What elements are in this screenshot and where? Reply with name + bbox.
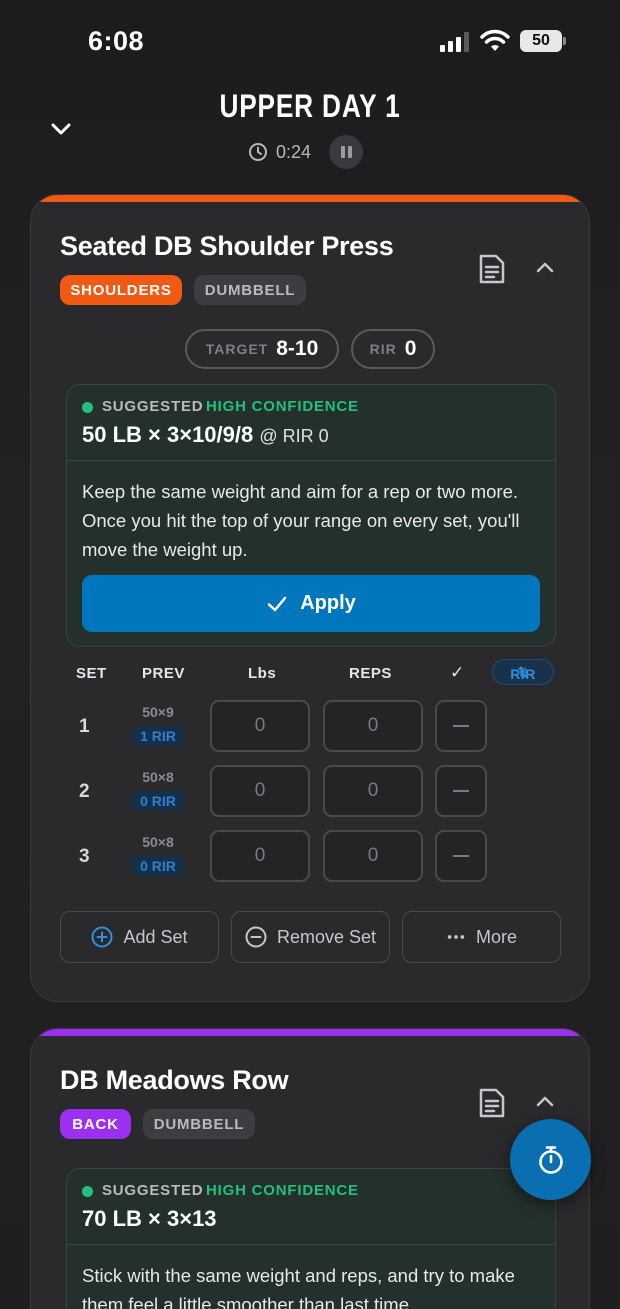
prev-value: 50×8 [142,834,174,850]
plus-circle-icon [91,926,113,948]
workout-timer: 0:24 [248,135,364,169]
col-done: ✓ [450,663,465,682]
prescription-text: 50 LB × 3×10/9/8 [82,422,254,447]
col-weight: Lbs [248,665,277,682]
target-value: 8-10 [276,337,319,360]
set-row: 1 50×9 1 RIR 0 0 [31,700,589,754]
status-time: 6:08 [88,26,145,56]
apply-label: Apply [300,592,356,614]
rir-pill: RIR 0 [351,329,435,369]
weight-input[interactable]: 0 [210,765,310,817]
rir-toggle-label: RIR [510,666,536,682]
more-icon [447,935,465,939]
set-number: 1 [79,716,90,737]
suggestion-note: Keep the same weight and aim for a rep o… [82,481,520,560]
cellular-signal-icon [440,32,469,52]
target-pill: TARGET 8-10 [185,329,339,369]
note-icon[interactable] [477,253,507,285]
workout-title: UPPER DAY 1 [219,88,401,124]
set-complete-toggle[interactable] [435,765,487,817]
battery-icon: 50 [520,30,566,52]
chevron-up-icon[interactable] [533,1090,557,1114]
more-button[interactable]: More [402,911,561,963]
exercise-title: DB Meadows Row [60,1065,289,1095]
rir-toggle-button[interactable]: RIR [492,659,554,685]
prev-value: 50×9 [142,704,174,720]
col-prev: PREV [142,665,185,682]
muscle-tag: SHOULDERS [60,275,182,305]
rir-label: RIR [369,341,397,357]
pause-button[interactable] [329,135,364,169]
weight-input[interactable]: 0 [210,700,310,752]
card-accent-bar [31,195,589,202]
confidence-dot [82,1186,93,1197]
add-set-label: Add Set [123,926,188,947]
set-number: 2 [79,781,90,802]
set-table-header: SET PREV Lbs REPS ✓ RIR [31,659,589,689]
suggested-prescription: 50 LB × 3×10/9/8 @ RIR 0 [82,422,329,448]
status-bar: 6:08 50 [0,0,620,84]
equipment-tag: DUMBBELL [194,275,306,305]
equipment-tag: DUMBBELL [143,1109,255,1139]
prescription-text: 70 LB × 3×13 [82,1206,217,1231]
clock-icon [249,143,267,161]
muscle-tag: BACK [60,1109,131,1139]
exercise-card: Seated DB Shoulder Press SHOULDERS DUMBB… [30,194,590,1002]
remove-set-button[interactable]: Remove Set [231,911,390,963]
chevron-up-icon[interactable] [533,256,557,280]
suggestion-box: SUGGESTED HIGH CONFIDENCE 70 LB × 3×13 S… [66,1168,556,1309]
reps-input[interactable]: 0 [323,765,423,817]
check-icon [267,596,287,611]
set-number: 3 [79,846,90,867]
prev-rir-badge: 0 RIR [132,791,184,811]
rir-value: 0 [404,337,417,360]
suggested-label: SUGGESTED [102,1182,204,1199]
stopwatch-icon [538,1145,563,1174]
weight-input[interactable]: 0 [210,830,310,882]
prev-rir-badge: 1 RIR [132,726,184,746]
set-complete-toggle[interactable] [435,700,487,752]
rest-timer-button[interactable] [510,1119,591,1200]
elapsed-time: 0:24 [276,141,312,162]
set-row: 2 50×8 0 RIR 0 0 [31,765,589,819]
add-set-button[interactable]: Add Set [60,911,219,963]
col-reps: REPS [349,665,392,682]
prev-rir-badge: 0 RIR [132,856,184,876]
wifi-icon [480,29,510,51]
suggestion-box: SUGGESTED HIGH CONFIDENCE 50 LB × 3×10/9… [66,384,556,647]
remove-set-label: Remove Set [276,926,377,947]
exercise-title: Seated DB Shoulder Press [60,231,394,261]
more-label: More [475,926,517,947]
exercise-card: DB Meadows Row BACK DUMBBELL SUGGESTED H… [30,1028,590,1309]
confidence-label: HIGH CONFIDENCE [206,398,359,415]
reps-input[interactable]: 0 [323,830,423,882]
suggested-prescription: 70 LB × 3×13 [82,1206,217,1232]
apply-button[interactable]: Apply [82,575,540,632]
minus-circle-icon [245,926,267,948]
confidence-dot [82,402,93,413]
card-accent-bar [31,1029,589,1036]
battery-level: 50 [520,30,562,52]
note-icon[interactable] [477,1087,507,1119]
set-row: 3 50×8 0 RIR 0 0 [31,830,589,884]
prev-value: 50×8 [142,769,174,785]
target-label: TARGET [205,341,269,357]
suggestion-note: Stick with the same weight and reps, and… [82,1265,515,1309]
suggested-label: SUGGESTED [102,398,204,415]
prescription-rir: @ RIR 0 [259,426,329,446]
col-set: SET [76,665,107,682]
reps-input[interactable]: 0 [323,700,423,752]
set-complete-toggle[interactable] [435,830,487,882]
confidence-label: HIGH CONFIDENCE [206,1182,359,1199]
